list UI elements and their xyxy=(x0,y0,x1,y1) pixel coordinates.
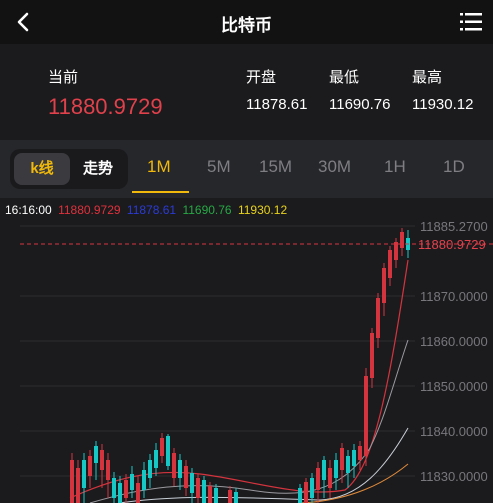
ohlc-low: 11690.76 xyxy=(182,203,232,217)
candle-body xyxy=(376,298,380,338)
active-tab-indicator xyxy=(132,191,189,193)
candle-body xyxy=(130,474,134,490)
candle-body xyxy=(346,456,350,473)
candle-body xyxy=(160,438,164,456)
y-axis-tick-label: 11840.0000 xyxy=(420,424,488,439)
current-price-axis-label: 11880.9729 xyxy=(418,237,486,252)
y-axis-tick-label: 11860.0000 xyxy=(420,334,488,349)
candle-body xyxy=(136,483,140,503)
page-title: 比特币 xyxy=(221,16,272,35)
ohlc-high: 11930.12 xyxy=(237,203,288,217)
candle-body xyxy=(208,486,212,503)
tab-1m[interactable]: 1M xyxy=(147,157,171,177)
candle-body xyxy=(94,446,98,463)
app-header: 比特币 xyxy=(0,0,493,44)
current-price: 11880.9729 xyxy=(48,94,163,119)
candle-body xyxy=(358,446,362,460)
candle-body xyxy=(106,460,110,480)
candle-body xyxy=(142,470,146,490)
ohlc-time: 16:16:00 xyxy=(5,203,52,217)
candle-body xyxy=(112,478,116,498)
candle-body xyxy=(100,450,104,470)
y-axis-tick-label: 11830.0000 xyxy=(420,469,488,484)
candle-body xyxy=(154,450,158,468)
candle-body xyxy=(304,482,308,503)
candle-body xyxy=(328,468,332,488)
candle-body xyxy=(370,333,374,378)
high-label: 最高 xyxy=(412,69,443,86)
candle-body xyxy=(234,492,238,503)
candle-body xyxy=(82,460,86,488)
candle-body xyxy=(298,488,302,503)
list-menu-icon xyxy=(460,13,482,31)
y-axis-tick-label: 11870.0000 xyxy=(420,289,488,304)
candle-body xyxy=(214,488,218,503)
candle-body xyxy=(310,478,314,498)
high-value: 11930.12 xyxy=(412,96,474,113)
candle-body xyxy=(166,436,170,466)
candle-body xyxy=(172,453,176,478)
candle-body xyxy=(228,490,232,503)
candle-body xyxy=(178,460,182,478)
tab-1h[interactable]: 1H xyxy=(384,157,406,177)
current-label: 当前 xyxy=(48,69,79,86)
open-value: 11878.61 xyxy=(246,96,308,113)
candle-body xyxy=(388,250,392,278)
open-label: 开盘 xyxy=(246,69,277,86)
candle-body xyxy=(364,376,368,456)
ohlc-current: 11880.9729 xyxy=(58,203,121,217)
tab-1d[interactable]: 1D xyxy=(443,157,465,177)
candle-body xyxy=(352,450,356,466)
y-axis-tick-label: 11885.2700 xyxy=(420,219,488,234)
y-axis-tick-label: 11850.0000 xyxy=(420,379,488,394)
candle-body xyxy=(190,473,194,493)
ohlc-open: 11878.61 xyxy=(126,203,177,217)
period-selector: k线 走势 1M 5M 15M 30M 1H 1D xyxy=(0,140,493,198)
candle-body xyxy=(202,480,206,503)
candle-body xyxy=(340,448,344,470)
candle-body xyxy=(394,242,398,260)
kline-chart-canvas: 11885.2700 11870.0000 11860.0000 11850.0000… xyxy=(20,219,493,503)
tab-5m[interactable]: 5M xyxy=(207,157,231,177)
candle-body xyxy=(118,483,122,503)
tab-30m[interactable]: 30M xyxy=(318,157,351,177)
kline-chart[interactable]: 11885.2700 11870.0000 11860.0000 11850.0000… xyxy=(0,198,493,503)
candle-body xyxy=(76,468,80,503)
low-label: 最低 xyxy=(329,69,360,86)
candle-body xyxy=(322,460,326,480)
trend-mode-button[interactable]: 走势 xyxy=(72,153,124,185)
candle-body xyxy=(184,466,188,488)
candle-body xyxy=(88,456,92,476)
candle-body xyxy=(382,268,386,303)
kline-mode-button[interactable]: k线 xyxy=(14,153,70,185)
candle-body xyxy=(334,460,338,478)
chart-mode-toggle: k线 走势 xyxy=(10,149,128,189)
candle-body xyxy=(196,478,200,498)
quote-panel: 当前 11880.9729 开盘 11878.61 最低 11690.76 最高… xyxy=(0,44,493,140)
candle-body xyxy=(400,232,404,248)
candle-body xyxy=(124,480,128,498)
candle-body xyxy=(316,468,320,490)
low-value: 11690.76 xyxy=(329,96,391,113)
candle-body xyxy=(70,460,74,503)
tab-15m[interactable]: 15M xyxy=(259,157,292,177)
menu-button[interactable] xyxy=(457,8,485,36)
ohlc-readout: 16:16:00 11880.9729 11878.61 11690.76 11… xyxy=(5,203,290,217)
candle-body xyxy=(148,460,152,478)
